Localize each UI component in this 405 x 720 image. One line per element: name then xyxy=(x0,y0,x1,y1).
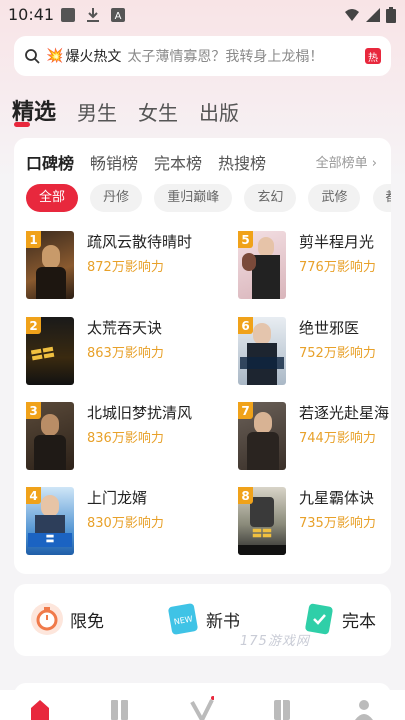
svg-text:A: A xyxy=(115,11,122,22)
book-item[interactable]: 〓 4 上门龙婿 830万影响力 xyxy=(26,487,201,557)
status-time: 10:41 xyxy=(8,5,55,24)
book-title: 剪半程月光 xyxy=(299,233,375,251)
status-bar: 10:41 A xyxy=(0,0,405,32)
category-shortcuts: 限免 NEW 新书 完本 xyxy=(14,584,391,656)
category-icon[interactable] xyxy=(270,696,294,720)
tag-return-to-peak[interactable]: 重归巅峰 xyxy=(154,184,233,212)
book-title: 若逐光赴星海 xyxy=(299,404,390,422)
book-item[interactable]: 7 若逐光赴星海 744万影响力 xyxy=(238,402,405,472)
book-title: 九星霸体诀 xyxy=(299,489,375,507)
book-item[interactable]: 〓〓 8 九星霸体诀 735万影响力 xyxy=(238,487,405,557)
book-title: 北城旧梦扰清风 xyxy=(87,404,193,422)
rank-badge: 3 xyxy=(26,402,41,419)
bottom-nav xyxy=(0,690,405,720)
search-icon xyxy=(25,49,40,64)
book-popularity: 735万影响力 xyxy=(299,516,376,531)
book-title: 绝世邪医 xyxy=(299,319,360,337)
rank-tab-completed[interactable]: 完本榜 xyxy=(154,150,202,174)
book-item[interactable]: 3 北城旧梦扰清风 836万影响力 xyxy=(26,402,201,472)
rank-tab-reputation[interactable]: 口碑榜 xyxy=(26,150,74,174)
new-book-icon: NEW xyxy=(168,603,198,635)
tab-published[interactable]: 出版 xyxy=(199,97,239,126)
hot-badge: 热 xyxy=(365,48,381,64)
wifi-icon xyxy=(345,9,359,21)
book-title: 上门龙婿 xyxy=(87,489,148,507)
search-placeholder[interactable]: 太子薄情寡恩？我转身上龙榻！ xyxy=(127,46,361,66)
rank-tab-bestseller[interactable]: 畅销榜 xyxy=(90,150,138,174)
book-popularity: 776万影响力 xyxy=(299,260,376,275)
category-label: 新书 xyxy=(206,611,240,632)
book-item[interactable]: 〓〓 2 太荒吞天诀 863万影响力 xyxy=(26,317,201,387)
book-popularity: 830万影响力 xyxy=(87,516,164,531)
rank-badge: 4 xyxy=(26,487,41,504)
app-notification-icon xyxy=(61,8,75,22)
ranking-tabs: 口碑榜 畅销榜 完本榜 热搜榜 xyxy=(26,150,282,174)
ranking-card: 口碑榜 畅销榜 完本榜 热搜榜 全部榜单 › 全部 丹修 重归巅峰 玄幻 武修 … xyxy=(14,138,391,574)
category-free[interactable]: 限免 xyxy=(30,602,104,636)
rank-badge: 5 xyxy=(238,231,253,248)
channel-tabs: 精选 男生 女生 出版 xyxy=(12,90,260,126)
book-popularity: 872万影响力 xyxy=(87,260,164,275)
bookshelf-icon[interactable] xyxy=(108,696,132,720)
home-icon[interactable] xyxy=(28,696,52,720)
rank-badge: 2 xyxy=(26,317,41,334)
fire-icon: 💥 xyxy=(46,48,64,64)
rank-badge: 7 xyxy=(238,402,253,419)
category-new-books[interactable]: NEW 新书 xyxy=(166,602,240,636)
battery-icon xyxy=(386,7,396,23)
tab-female[interactable]: 女生 xyxy=(138,97,178,126)
signal-icon xyxy=(366,8,380,22)
rank-badge: 6 xyxy=(238,317,253,334)
tag-fantasy[interactable]: 玄幻 xyxy=(244,184,297,212)
rank-tab-trending[interactable]: 热搜榜 xyxy=(218,150,266,174)
search-bar[interactable]: 💥 爆火热文 太子薄情寡恩？我转身上龙榻！ 热 xyxy=(14,36,391,76)
all-rankings-link[interactable]: 全部榜单 › xyxy=(316,152,377,171)
profile-icon[interactable] xyxy=(352,696,376,720)
category-completed[interactable]: 完本 xyxy=(302,602,376,636)
tab-male[interactable]: 男生 xyxy=(77,97,117,126)
book-title: 太荒吞天诀 xyxy=(87,319,163,337)
book-popularity: 752万影响力 xyxy=(299,346,376,361)
book-item[interactable]: 5 剪半程月光 776万影响力 xyxy=(238,231,405,301)
book-popularity: 836万影响力 xyxy=(87,431,164,446)
tag-martial[interactable]: 武修 xyxy=(308,184,361,212)
download-icon xyxy=(87,8,99,22)
search-hot-label: 爆火热文 xyxy=(65,49,122,65)
stopwatch-icon xyxy=(31,603,63,635)
tag-urban[interactable]: 都市 xyxy=(372,184,391,212)
genre-tags: 全部 丹修 重归巅峰 玄幻 武修 都市 xyxy=(26,184,391,214)
book-title: 疏风云散待晴时 xyxy=(87,233,193,251)
rank-badge: 8 xyxy=(238,487,253,504)
watermark: 175游戏网 xyxy=(240,634,310,649)
book-item[interactable]: 1 疏风云散待晴时 872万影响力 xyxy=(26,231,201,301)
book-popularity: 863万影响力 xyxy=(87,346,164,361)
category-label: 限免 xyxy=(70,611,104,632)
rank-badge: 1 xyxy=(26,231,41,248)
category-label: 完本 xyxy=(342,611,376,632)
tag-all[interactable]: 全部 xyxy=(26,184,79,212)
active-tab-indicator xyxy=(14,122,30,127)
tag-alchemy[interactable]: 丹修 xyxy=(90,184,143,212)
video-icon[interactable] xyxy=(190,696,214,720)
keyboard-a-icon: A xyxy=(111,8,125,22)
book-popularity: 744万影响力 xyxy=(299,431,376,446)
book-item[interactable]: 6 绝世邪医 752万影响力 xyxy=(238,317,405,387)
